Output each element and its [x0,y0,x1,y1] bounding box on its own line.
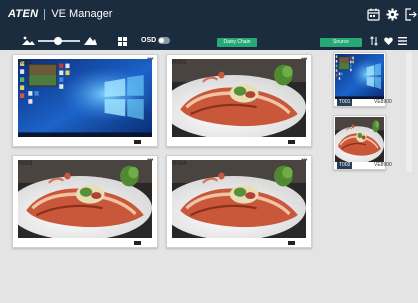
grid-layout-icon[interactable] [118,37,128,46]
food-preview [18,160,152,238]
app-title: VE Manager [51,8,113,20]
source-model: VE8900 [374,162,392,168]
receiver-id: R004 [172,161,187,167]
brand-divider [44,8,46,20]
receiver-panel[interactable]: ••• R002 [166,54,312,147]
source-id: T002 [337,162,353,169]
receiver-id: R003 [18,161,33,167]
source-list-scrollbar[interactable] [406,52,412,172]
source-button[interactable]: Source [320,38,362,47]
desktop-preview [335,54,384,99]
source-card[interactable]: T001 VE8900 [333,52,392,107]
osd-toggle[interactable] [158,37,170,44]
osd-label: OSD [141,37,157,44]
food-preview [172,59,306,137]
source-screen [335,117,384,162]
logout-icon[interactable] [404,8,417,21]
heart-icon[interactable] [384,37,393,45]
receiver-screen[interactable] [18,160,152,238]
zoom-out-icon[interactable] [22,36,35,45]
receiver-id: R002 [172,60,187,66]
receiver-id: R001 [18,60,33,66]
receiver-panel[interactable]: ••• R004 [166,155,312,248]
receiver-panel[interactable]: ••• R001 [12,54,158,147]
screen-size-icon [134,241,141,245]
sort-icon[interactable] [370,36,378,46]
calendar-icon[interactable] [367,8,380,21]
zoom-in-icon[interactable] [84,35,97,45]
aten-logo: ATEN [8,8,39,20]
source-card[interactable]: T002 VE8900 [333,115,392,170]
food-preview [172,160,306,238]
receiver-panel[interactable]: ••• R003 [12,155,158,248]
screen-size-icon [288,241,295,245]
screen-size-icon [134,140,141,144]
daisy-chain-button[interactable]: Daisy Chain [217,38,257,47]
gear-icon[interactable] [386,8,399,21]
screen-size-icon [288,140,295,144]
brand: ATEN VE Manager [8,6,112,22]
receiver-screen[interactable] [172,59,306,137]
receiver-screen[interactable] [18,59,152,137]
menu-icon[interactable] [398,37,407,45]
food-preview [335,117,384,162]
source-model: VE8900 [374,99,392,105]
zoom-slider-thumb[interactable] [54,37,62,45]
source-screen [335,54,384,99]
source-id: T001 [337,99,353,106]
receiver-screen[interactable] [172,160,306,238]
toolbar: OSD Daisy Chain Source [0,32,418,50]
app-header: ATEN VE Manager OSD Daisy Chain Source [0,0,418,50]
desktop-preview [18,59,152,137]
